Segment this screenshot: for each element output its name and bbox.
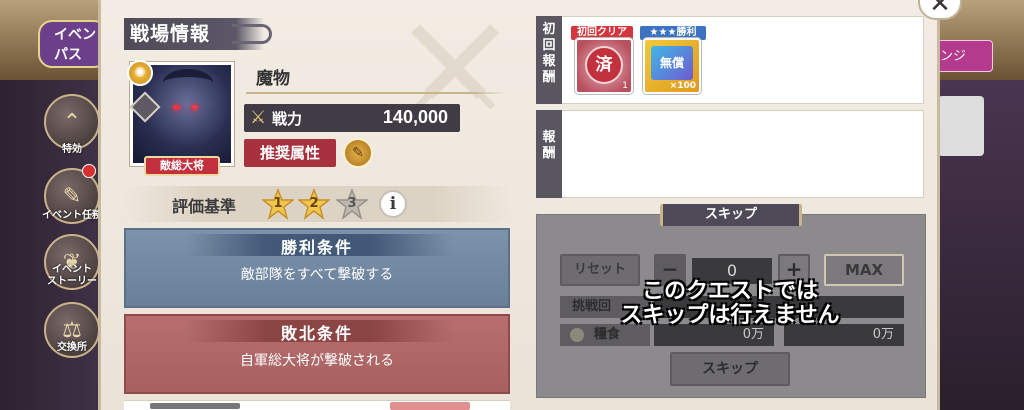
lose-condition-box: 敗北条件 自軍総大将が撃破される [124, 314, 510, 394]
reward-count: ×100 [669, 81, 696, 91]
sidebar-item-label: イベント ストーリー [47, 264, 97, 287]
partial-text [150, 403, 240, 409]
reward-item[interactable]: 無償 ×100 [643, 38, 701, 94]
attribute-icon[interactable]: ✎ [343, 138, 373, 168]
recommended-attribute-button[interactable]: 推奨属性 [244, 139, 336, 167]
power-value: 140,000 [382, 107, 448, 127]
sidebar-item-label: 交換所 [57, 342, 87, 353]
star-number: 1 [273, 196, 283, 211]
win-condition-box: 勝利条件 敵部隊をすべて撃破する [124, 228, 510, 308]
power-row: ⚔ 戦力 140,000 [244, 104, 460, 132]
lose-condition-title: 敗北条件 [280, 324, 353, 343]
skip-button[interactable]: スキップ [670, 352, 790, 386]
reward-count: 1 [622, 81, 628, 91]
message-line: スキップは行えません [620, 303, 840, 328]
star-number: 2 [309, 196, 319, 211]
partial-text [390, 402, 470, 410]
star-number: 3 [347, 196, 357, 211]
element-icon: ✺ [127, 60, 153, 86]
sidebar-item-label: イベント任務 [42, 210, 102, 221]
reward-label-text: 初回報酬 [542, 22, 556, 85]
notification-badge [82, 164, 96, 178]
skip-header: スキップ [660, 204, 802, 226]
sidebar-item-label: 特効 [62, 144, 82, 155]
background-reward-thumbnail [938, 96, 984, 156]
reward-item[interactable]: 済 1 [575, 38, 633, 94]
win-condition-text: 敵部隊をすべて撃破する [240, 267, 394, 283]
divider [246, 92, 508, 94]
lose-condition-text: 自軍総大将が撃破される [240, 353, 394, 369]
enemy-rank-tag: 敵総大将 [144, 156, 220, 176]
criteria-label: 評価基準 [172, 197, 237, 216]
portrait-eye [191, 105, 198, 110]
reward-label: 報酬 [536, 110, 562, 198]
header-ornament [232, 24, 272, 44]
crossed-swords-icon: ⚔ [250, 107, 267, 128]
portrait-horns [163, 69, 213, 97]
skip-unavailable-message: このクエストでは スキップは行えません [560, 280, 900, 328]
power-label: 戦力 [272, 110, 303, 128]
enemy-name: 魔物 [256, 69, 290, 89]
portrait-eye [173, 105, 180, 110]
cleared-stamp-icon: 済 [585, 46, 623, 84]
reward-panel [536, 110, 924, 198]
reward-label-text: 報酬 [542, 130, 556, 161]
info-button[interactable]: i [379, 190, 407, 218]
win-condition-title: 勝利条件 [280, 238, 353, 257]
food-icon [570, 328, 584, 342]
first-clear-reward-label: 初回報酬 [536, 16, 562, 104]
message-line: このクエストでは [641, 279, 818, 304]
free-gem-icon: 無償 [651, 46, 693, 80]
